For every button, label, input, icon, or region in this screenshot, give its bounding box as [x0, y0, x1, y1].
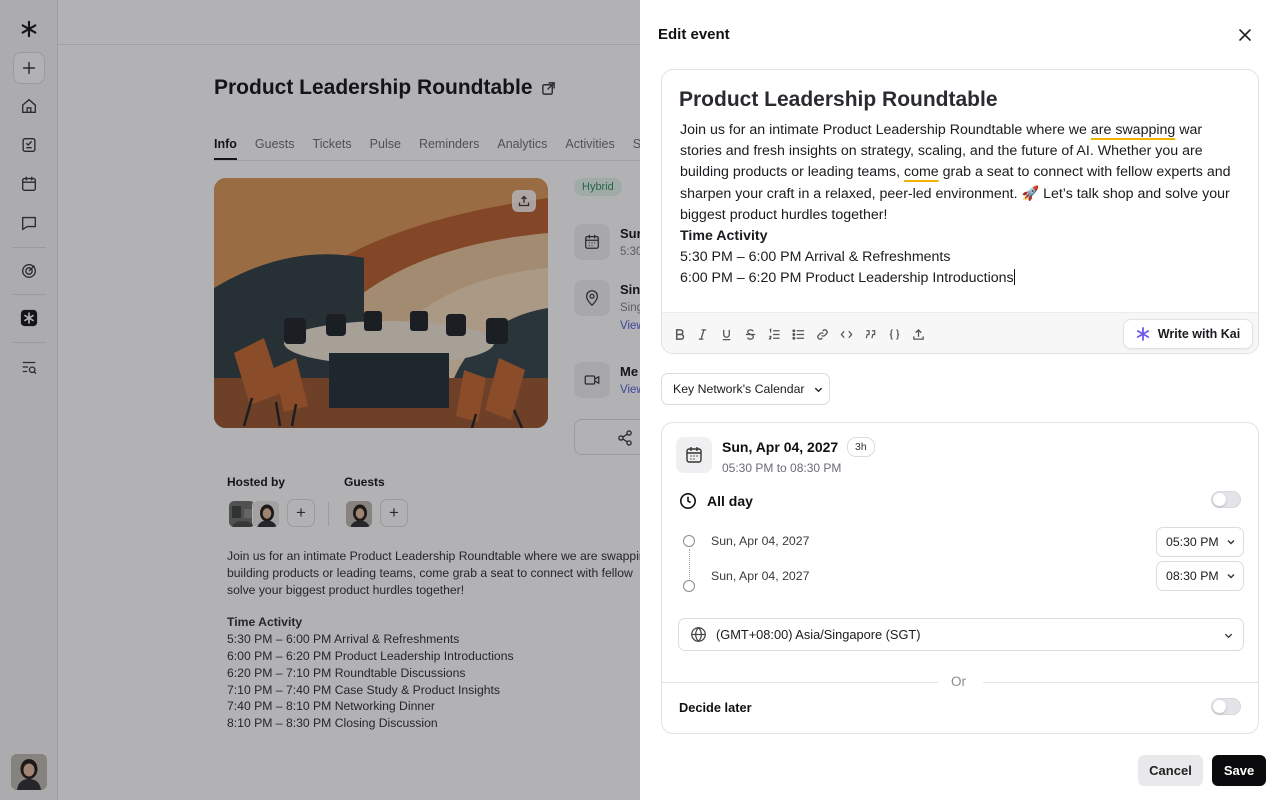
end-time-value: 08:30 PM	[1166, 569, 1219, 583]
close-button[interactable]	[1234, 24, 1256, 46]
write-with-kai-label: Write with Kai	[1157, 327, 1241, 341]
start-time-value: 05:30 PM	[1166, 535, 1219, 549]
code-icon[interactable]	[839, 327, 853, 341]
decide-later-label: Decide later	[679, 700, 752, 715]
spellcheck-highlight[interactable]: are swapping	[1091, 122, 1175, 138]
bullet-list-icon[interactable]	[791, 327, 805, 341]
editor-line: 5:30 PM – 6:00 PM Arrival & Refreshments	[680, 249, 951, 266]
end-dot	[683, 580, 695, 592]
start-date-field[interactable]: Sun, Apr 04, 2027	[711, 534, 809, 548]
duration-badge: 3h	[847, 437, 875, 457]
modal-backdrop[interactable]	[0, 0, 640, 800]
spellcheck-highlight[interactable]: come	[904, 164, 939, 180]
underline-icon[interactable]	[719, 327, 733, 341]
upload-icon[interactable]	[911, 327, 925, 341]
start-time-select[interactable]: 05:30 PM	[1156, 527, 1244, 557]
timezone-value: (GMT+08:00) Asia/Singapore (SGT)	[716, 627, 921, 642]
editor-line: 6:00 PM – 6:20 PM Product Leadership Int…	[680, 270, 1014, 287]
save-button[interactable]: Save	[1212, 755, 1266, 786]
chevron-down-icon	[1224, 633, 1233, 639]
editor-text: Join us for an intimate Product Leadersh…	[680, 122, 1091, 138]
end-date-field[interactable]: Sun, Apr 04, 2027	[711, 569, 809, 583]
italic-icon[interactable]	[695, 327, 709, 341]
editor-toolbar: Write with Kai	[662, 312, 1258, 353]
edit-event-drawer: Edit event Product Leadership Roundtable…	[640, 0, 1280, 800]
calendar-select[interactable]: Key Network's Calendar	[661, 373, 830, 405]
editor-title[interactable]: Product Leadership Roundtable	[679, 88, 998, 112]
clock-icon	[680, 493, 696, 509]
link-icon[interactable]	[815, 327, 829, 341]
chevron-down-icon	[814, 387, 822, 392]
or-divider	[662, 682, 938, 683]
close-icon	[1239, 29, 1251, 41]
or-divider	[983, 682, 1259, 683]
end-time-select[interactable]: 08:30 PM	[1156, 561, 1244, 591]
calendar-select-value: Key Network's Calendar	[673, 382, 805, 396]
date-time-card: Sun, Apr 04, 2027 3h 05:30 PM to 08:30 P…	[661, 422, 1259, 734]
quote-icon[interactable]	[863, 327, 877, 341]
start-dot	[683, 535, 695, 547]
ordered-list-icon[interactable]	[767, 327, 781, 341]
cancel-button[interactable]: Cancel	[1138, 755, 1203, 786]
strikethrough-icon[interactable]	[743, 327, 757, 341]
event-time-range: 05:30 PM to 08:30 PM	[722, 461, 842, 475]
drawer-title: Edit event	[658, 26, 730, 43]
timezone-select[interactable]: (GMT+08:00) Asia/Singapore (SGT)	[678, 618, 1244, 651]
write-with-kai-button[interactable]: Write with Kai	[1123, 319, 1253, 349]
all-day-toggle[interactable]	[1211, 491, 1241, 508]
text-caret	[1013, 269, 1015, 286]
chevron-down-icon	[1227, 540, 1235, 545]
editor-body[interactable]: Join us for an intimate Product Leadersh…	[680, 120, 1245, 290]
globe-icon	[691, 626, 706, 643]
timeline-connector	[689, 549, 690, 583]
chevron-down-icon	[1227, 574, 1235, 579]
editor-heading: Time Activity	[680, 228, 768, 245]
bold-icon[interactable]	[672, 327, 686, 341]
event-date-summary: Sun, Apr 04, 2027	[722, 439, 839, 455]
code-block-icon[interactable]	[887, 327, 901, 341]
kai-sparkle-icon	[1136, 327, 1149, 341]
or-label: Or	[951, 674, 966, 689]
description-editor[interactable]: Product Leadership Roundtable Join us fo…	[661, 69, 1259, 354]
calendar-icon	[676, 437, 712, 473]
all-day-label: All day	[707, 493, 753, 509]
decide-later-toggle[interactable]	[1211, 698, 1241, 715]
